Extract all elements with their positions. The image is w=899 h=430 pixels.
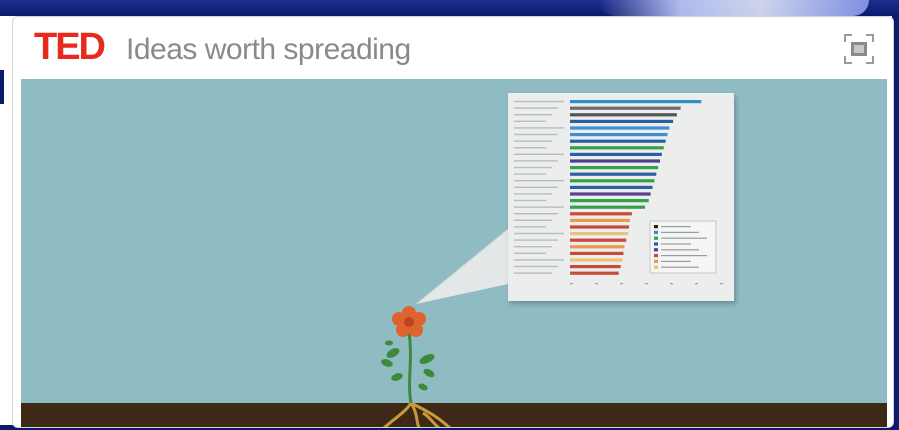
chart-card [508,93,734,301]
x-tick [670,283,673,285]
legend-entry [661,249,699,251]
x-tick [645,283,648,285]
chart-bar [570,225,630,229]
chart-bar [570,126,670,130]
top-decorative-swoosh [599,0,869,16]
fullscreen-icon [844,34,874,64]
player-header: TED Ideas worth spreading [13,17,893,79]
category-label [514,173,546,175]
legend-entry [661,226,691,228]
chart-bar [570,199,649,203]
ted-logo[interactable]: TED [34,26,106,69]
x-tick [570,283,573,285]
category-label [514,133,558,136]
category-label [514,206,564,208]
chart-bar [570,119,674,123]
category-label [514,114,552,116]
chart-bar [570,271,619,275]
category-label [514,199,546,202]
chart-bar [570,106,681,110]
legend-swatch [654,236,658,240]
chart-legend [649,220,717,274]
category-label [514,213,558,215]
chart-bar [570,100,702,104]
chart-bar [570,192,651,196]
category-label [514,259,564,261]
chart-bar [570,245,625,249]
chart-bar [570,218,630,222]
legend-entry [661,231,699,233]
legend-swatch [654,230,658,234]
category-label [514,127,564,129]
tagline: Ideas worth spreading [126,33,411,66]
legend-entry [661,243,691,245]
chart-bar [570,265,621,269]
legend-entry [661,237,707,239]
category-label [514,140,552,142]
category-label [514,186,558,188]
category-label [514,147,546,149]
chart-bar [570,146,664,150]
stem [407,330,413,404]
category-label [514,120,546,122]
chart-bar [570,139,666,143]
roots [382,401,451,427]
left-edge-mark [0,70,4,104]
chart-bar [570,238,627,242]
chart-bar [570,205,645,209]
category-label [514,219,552,221]
category-label [514,166,552,169]
category-label [514,239,558,241]
chart-bar [570,258,623,262]
legend-swatch [654,242,658,246]
category-label [514,153,564,155]
category-label [514,193,552,195]
leaves [381,340,435,391]
category-label [514,100,564,103]
category-label [514,265,558,268]
video-frame[interactable] [21,79,887,427]
category-label [514,226,546,228]
x-tick [695,283,698,285]
legend-entry [661,255,707,257]
chart-bar [570,133,668,137]
legend-entry [661,260,691,262]
chart-bar [570,113,677,117]
chart-bar [570,166,659,170]
category-label [514,232,564,235]
category-label [514,180,564,182]
chart-bar [570,152,662,156]
legend-swatch [654,254,658,258]
chart-bar [570,179,655,183]
bar-chart [514,100,723,285]
category-label [514,246,552,248]
x-tick [720,283,723,285]
chart-bar [570,172,657,176]
ted-video-player[interactable]: TED Ideas worth spreading [12,16,894,428]
flower-icon [392,306,426,337]
chart-bar [570,185,653,189]
chart-bar [570,251,624,255]
category-label [514,252,546,254]
legend-swatch [654,225,658,229]
category-label [514,160,558,162]
plant-illustration [381,306,451,427]
legend-swatch [654,259,658,263]
x-tick [620,283,623,285]
category-label [514,272,552,274]
chart-bar [570,212,632,216]
chart-bar [570,159,660,163]
legend-swatch [654,248,658,252]
legend-entry [661,266,699,268]
x-tick [595,283,598,285]
chart-bar [570,232,629,236]
legend-swatch [654,265,658,269]
category-label [514,107,558,109]
fullscreen-button[interactable] [843,33,875,65]
